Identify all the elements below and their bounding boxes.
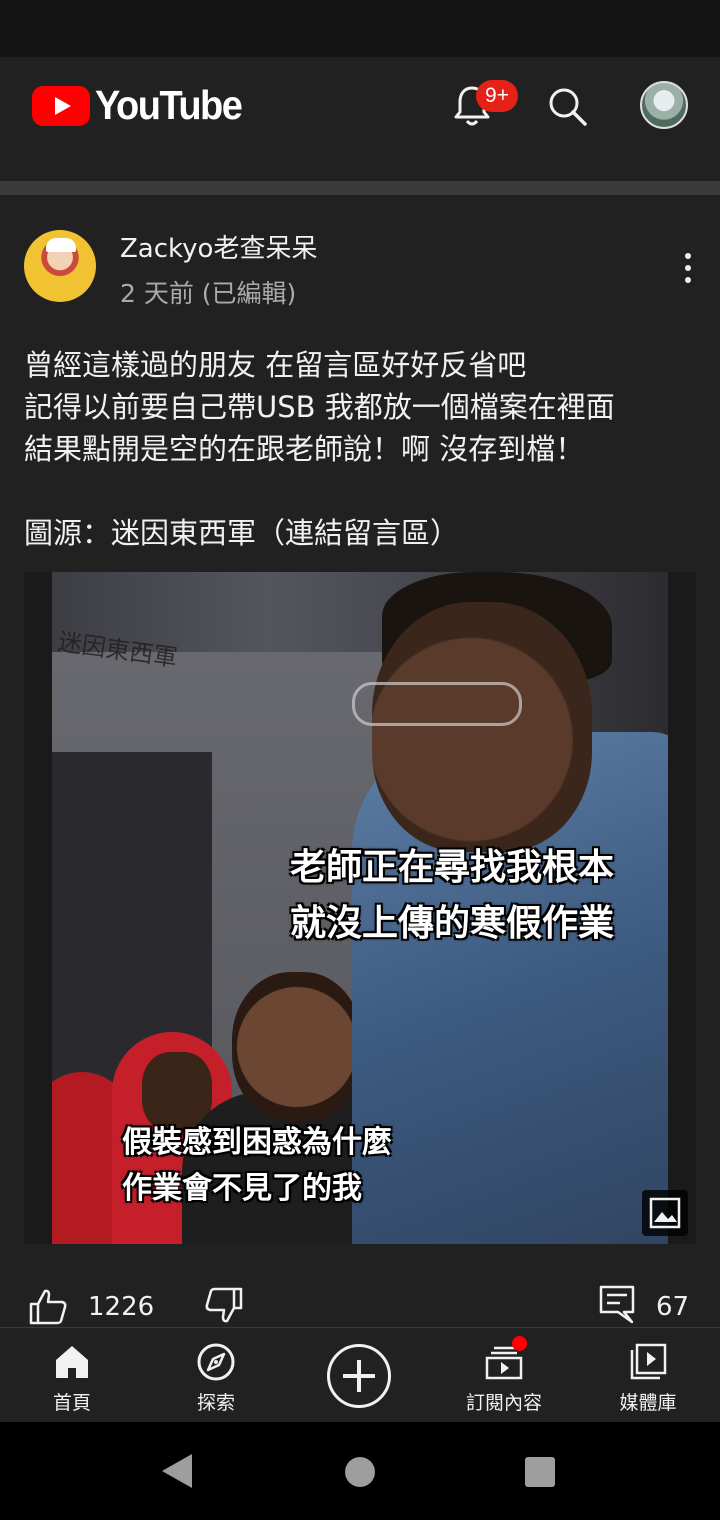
image-gallery-icon[interactable]	[642, 1190, 688, 1236]
system-navigation-bar	[0, 1422, 720, 1520]
youtube-play-icon	[32, 86, 90, 126]
account-avatar[interactable]	[640, 81, 688, 129]
post-timestamp: 2 天前 (已編輯)	[120, 279, 297, 308]
home-icon	[56, 1346, 88, 1378]
search-icon[interactable]	[547, 86, 589, 128]
nav-explore[interactable]: 探索	[144, 1328, 288, 1423]
meme-image: 迷因東西軍 老師正在尋找我根本 就沒上傳的寒假作業 假裝感到困惑為什麼 作業會不…	[52, 572, 668, 1244]
feed-divider	[0, 181, 720, 195]
post-body-text: 曾經這樣過的朋友 在留言區好好反省吧 記得以前要自己帶USB 我都放一個檔案在裡…	[24, 348, 615, 550]
bottom-navigation: 首頁 探索 訂閱內容 媒體庫	[0, 1327, 720, 1422]
create-icon[interactable]	[327, 1344, 391, 1408]
dislike-icon[interactable]	[204, 1286, 244, 1324]
nav-explore-label: 探索	[196, 1392, 235, 1414]
nav-home-label: 首頁	[52, 1392, 91, 1414]
like-icon[interactable]	[28, 1288, 68, 1326]
comment-count: 67	[656, 1292, 690, 1322]
channel-name[interactable]: Zackyo老查呆呆	[120, 228, 317, 265]
top-app-bar: YouTube 9+	[0, 57, 720, 153]
youtube-logo[interactable]: YouTube	[32, 82, 243, 129]
nav-subscriptions-label: 訂閱內容	[465, 1392, 542, 1414]
nav-library[interactable]: 媒體庫	[576, 1328, 720, 1423]
post-actions: 1226 67	[0, 1280, 720, 1328]
like-count: 1226	[88, 1292, 155, 1322]
meme-caption-top: 老師正在尋找我根本 就沒上傳的寒假作業	[290, 847, 615, 944]
meme-caption-bottom: 假裝感到困惑為什麼 作業會不見了的我	[122, 1125, 392, 1206]
home-circle-icon[interactable]	[345, 1457, 375, 1487]
library-icon	[630, 1343, 667, 1380]
new-content-dot	[512, 1336, 527, 1351]
channel-avatar[interactable]	[24, 230, 96, 302]
comment-icon[interactable]	[598, 1284, 636, 1324]
nav-library-label: 媒體庫	[619, 1392, 677, 1414]
notification-count-badge: 9+	[476, 80, 518, 112]
nav-home[interactable]: 首頁	[0, 1328, 144, 1423]
status-bar	[0, 0, 720, 57]
youtube-logo-text: YouTube	[95, 82, 243, 129]
post-image[interactable]: 迷因東西軍 老師正在尋找我根本 就沒上傳的寒假作業 假裝感到困惑為什麼 作業會不…	[24, 572, 696, 1244]
explore-icon	[197, 1343, 235, 1381]
recent-apps-icon[interactable]	[525, 1457, 555, 1487]
back-icon[interactable]	[162, 1454, 192, 1488]
more-options-icon[interactable]	[676, 248, 700, 288]
nav-subscriptions[interactable]: 訂閱內容	[432, 1328, 576, 1423]
